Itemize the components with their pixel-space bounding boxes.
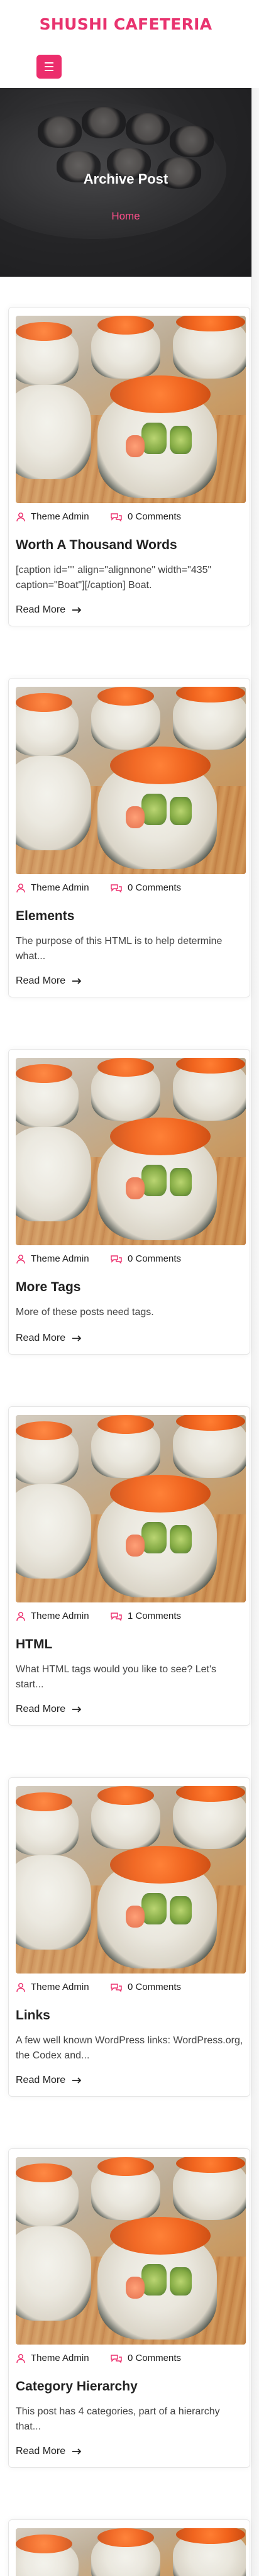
read-more-link[interactable]: Read More <box>16 2446 82 2457</box>
post-card: Theme Admin 0 Comments More Tags More of… <box>8 1049 250 1355</box>
user-icon <box>16 2353 25 2363</box>
comments-icon <box>111 1983 122 1992</box>
post-author[interactable]: Theme Admin <box>16 1611 89 1621</box>
post-card: Theme Admin 0 Comments Category Hierarch… <box>8 2148 250 2468</box>
post-comments[interactable]: 0 Comments <box>110 882 181 893</box>
read-more-link[interactable]: Read More <box>16 1333 82 1344</box>
post-title[interactable]: Links <box>16 2008 246 2023</box>
post-author[interactable]: Theme Admin <box>16 1253 89 1264</box>
read-more-link[interactable]: Read More <box>16 1704 82 1715</box>
post-comments[interactable]: 0 Comments <box>110 1982 181 1992</box>
post-thumbnail[interactable] <box>16 1415 246 1602</box>
read-more-link[interactable]: Read More <box>16 604 82 616</box>
user-icon <box>16 1254 25 1263</box>
user-icon <box>16 512 25 521</box>
hamburger-menu-icon <box>45 61 53 72</box>
user-icon <box>16 1982 25 1992</box>
page-title: Archive Post <box>83 171 168 187</box>
post-excerpt: More of these posts need tags. <box>16 1307 154 1318</box>
read-more-label: Read More <box>16 2075 66 2085</box>
arrow-right-icon <box>72 1335 82 1341</box>
post-thumbnail[interactable] <box>16 687 246 874</box>
user-icon <box>16 883 25 892</box>
read-more-label: Read More <box>16 975 66 986</box>
post-card: Theme Admin 0 Comments Elements The purp… <box>8 678 250 997</box>
read-more-link[interactable]: Read More <box>16 975 82 987</box>
arrow-right-icon <box>72 978 82 984</box>
read-more-label: Read More <box>16 604 66 615</box>
arrow-right-icon <box>72 607 82 613</box>
arrow-right-icon <box>72 1706 82 1713</box>
site-header: SHUSHI CAFETERIA <box>0 0 259 88</box>
read-more-label: Read More <box>16 1704 66 1714</box>
author-name: Theme Admin <box>31 882 89 893</box>
post-meta: Theme Admin 0 Comments <box>16 882 246 897</box>
post-comments[interactable]: 0 Comments <box>110 2353 181 2363</box>
user-icon <box>16 1611 25 1621</box>
read-more-label: Read More <box>16 1333 66 1343</box>
author-name: Theme Admin <box>31 511 89 522</box>
comments-icon <box>111 1612 122 1621</box>
read-more-link[interactable]: Read More <box>16 2075 82 2086</box>
author-name: Theme Admin <box>31 1982 89 1992</box>
post-excerpt: A few well known WordPress links: WordPr… <box>16 2035 243 2061</box>
post-card <box>8 2519 250 2576</box>
comments-count: 1 Comments <box>128 1611 182 1621</box>
comments-count: 0 Comments <box>128 1982 182 1992</box>
post-thumbnail[interactable] <box>16 316 246 503</box>
post-thumbnail[interactable] <box>16 1058 246 1245</box>
comments-icon <box>111 1255 122 1264</box>
author-name: Theme Admin <box>31 2353 89 2363</box>
post-card: Theme Admin 0 Comments Worth A Thousand … <box>8 307 250 626</box>
breadcrumb-home-link[interactable]: Home <box>0 210 251 223</box>
post-title[interactable]: HTML <box>16 1637 246 1652</box>
post-title[interactable]: Elements <box>16 909 246 924</box>
arrow-right-icon <box>72 2448 82 2455</box>
comments-count: 0 Comments <box>128 1253 182 1264</box>
post-meta: Theme Admin 0 Comments <box>16 1253 246 1269</box>
post-meta: Theme Admin 0 Comments <box>16 1982 246 1997</box>
post-excerpt: The purpose of this HTML is to help dete… <box>16 936 223 962</box>
site-title[interactable]: SHUSHI CAFETERIA <box>0 15 251 33</box>
comments-icon <box>111 884 122 893</box>
scrollbar-track[interactable] <box>251 0 259 2576</box>
post-meta: Theme Admin 0 Comments <box>16 511 246 526</box>
post-title[interactable]: More Tags <box>16 1280 246 1295</box>
post-comments[interactable]: 0 Comments <box>110 1253 181 1264</box>
comments-count: 0 Comments <box>128 882 182 893</box>
comments-icon <box>111 2354 122 2363</box>
menu-toggle-button[interactable] <box>36 55 62 79</box>
arrow-right-icon <box>72 2077 82 2084</box>
author-name: Theme Admin <box>31 1611 89 1621</box>
author-name: Theme Admin <box>31 1253 89 1264</box>
comments-icon <box>111 513 122 522</box>
post-card: Theme Admin 0 Comments Links A few well … <box>8 1777 250 2097</box>
post-excerpt: What HTML tags would you like to see? Le… <box>16 1664 217 1690</box>
post-card: Theme Admin 1 Comments HTML What HTML ta… <box>8 1406 250 1726</box>
comments-count: 0 Comments <box>128 2353 182 2363</box>
post-author[interactable]: Theme Admin <box>16 511 89 522</box>
post-thumbnail[interactable] <box>16 2528 246 2576</box>
page-banner: Archive Post Home <box>0 88 251 277</box>
post-author[interactable]: Theme Admin <box>16 2353 89 2363</box>
post-meta: Theme Admin 0 Comments <box>16 2353 246 2368</box>
post-comments[interactable]: 1 Comments <box>110 1611 181 1621</box>
post-excerpt: [caption id="" align="alignnone" width="… <box>16 565 212 591</box>
post-title[interactable]: Category Hierarchy <box>16 2379 246 2394</box>
post-thumbnail[interactable] <box>16 2157 246 2345</box>
comments-count: 0 Comments <box>128 511 182 522</box>
post-meta: Theme Admin 1 Comments <box>16 1611 246 1626</box>
read-more-label: Read More <box>16 2446 66 2457</box>
post-author[interactable]: Theme Admin <box>16 1982 89 1992</box>
post-title[interactable]: Worth A Thousand Words <box>16 538 246 553</box>
post-thumbnail[interactable] <box>16 1786 246 1974</box>
post-author[interactable]: Theme Admin <box>16 882 89 893</box>
post-excerpt: This post has 4 categories, part of a hi… <box>16 2406 220 2432</box>
post-comments[interactable]: 0 Comments <box>110 511 181 522</box>
